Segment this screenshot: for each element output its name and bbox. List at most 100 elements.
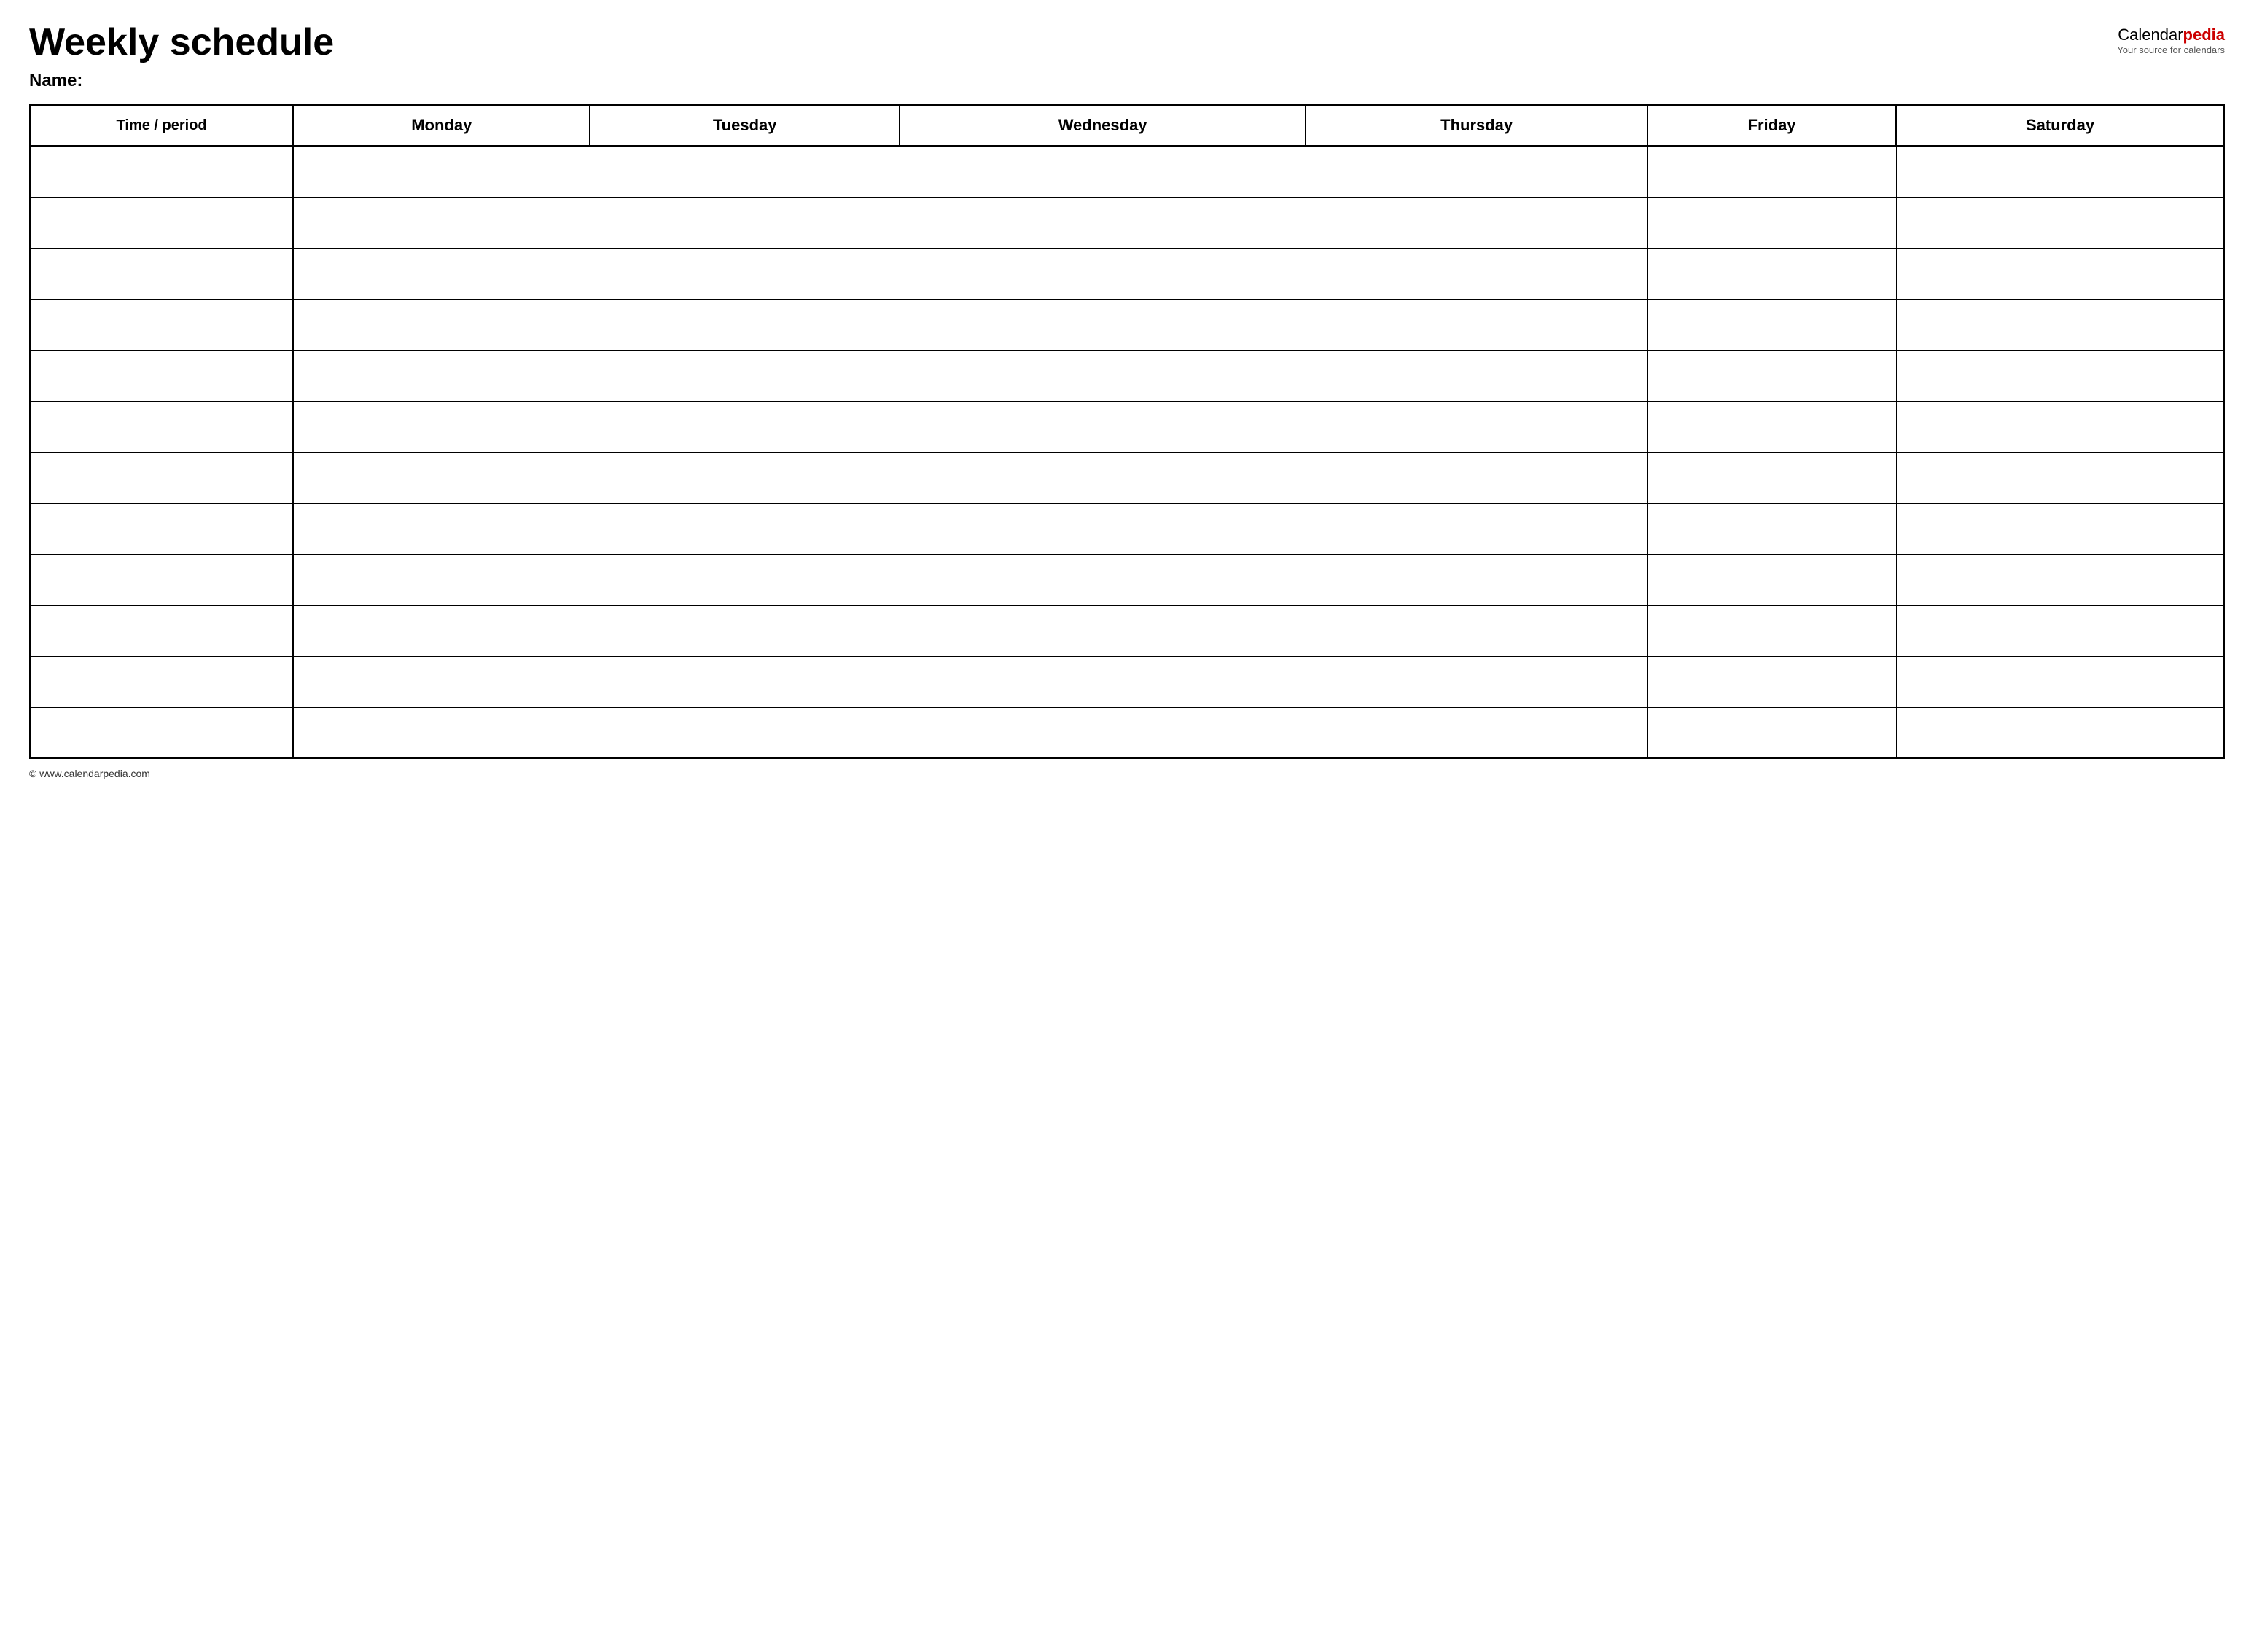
schedule-cell[interactable] xyxy=(293,452,590,503)
schedule-cell[interactable] xyxy=(1896,707,2224,758)
schedule-cell[interactable] xyxy=(293,503,590,554)
time-cell[interactable] xyxy=(30,197,293,248)
table-header-row: Time / period Monday Tuesday Wednesday T… xyxy=(30,105,2224,146)
schedule-cell[interactable] xyxy=(900,656,1306,707)
schedule-cell[interactable] xyxy=(1306,707,1647,758)
schedule-cell[interactable] xyxy=(1896,197,2224,248)
name-label: Name: xyxy=(29,71,2225,91)
schedule-cell[interactable] xyxy=(1896,401,2224,452)
schedule-cell[interactable] xyxy=(1306,452,1647,503)
schedule-cell[interactable] xyxy=(1647,248,1896,299)
time-cell[interactable] xyxy=(30,401,293,452)
schedule-cell[interactable] xyxy=(293,707,590,758)
time-cell[interactable] xyxy=(30,707,293,758)
time-cell[interactable] xyxy=(30,554,293,605)
schedule-cell[interactable] xyxy=(900,401,1306,452)
logo-container: Calendarpedia Your source for calendars xyxy=(2117,26,2225,55)
time-cell[interactable] xyxy=(30,656,293,707)
schedule-cell[interactable] xyxy=(590,707,900,758)
time-cell[interactable] xyxy=(30,350,293,401)
schedule-cell[interactable] xyxy=(900,707,1306,758)
schedule-cell[interactable] xyxy=(1306,248,1647,299)
time-cell[interactable] xyxy=(30,146,293,197)
schedule-cell[interactable] xyxy=(590,554,900,605)
schedule-cell[interactable] xyxy=(293,350,590,401)
schedule-cell[interactable] xyxy=(1896,350,2224,401)
schedule-cell[interactable] xyxy=(590,452,900,503)
schedule-cell[interactable] xyxy=(293,554,590,605)
schedule-cell[interactable] xyxy=(1647,656,1896,707)
schedule-cell[interactable] xyxy=(1896,248,2224,299)
schedule-cell[interactable] xyxy=(900,350,1306,401)
table-row xyxy=(30,299,2224,350)
schedule-cell[interactable] xyxy=(1647,503,1896,554)
schedule-cell[interactable] xyxy=(293,401,590,452)
schedule-cell[interactable] xyxy=(1647,605,1896,656)
schedule-cell[interactable] xyxy=(1306,350,1647,401)
logo-calendar-part: Calendar xyxy=(2118,26,2183,44)
schedule-cell[interactable] xyxy=(1306,146,1647,197)
schedule-cell[interactable] xyxy=(1896,656,2224,707)
schedule-cell[interactable] xyxy=(1306,299,1647,350)
schedule-cell[interactable] xyxy=(293,197,590,248)
schedule-cell[interactable] xyxy=(1647,401,1896,452)
schedule-cell[interactable] xyxy=(1306,197,1647,248)
schedule-cell[interactable] xyxy=(900,452,1306,503)
time-cell[interactable] xyxy=(30,503,293,554)
schedule-cell[interactable] xyxy=(1896,605,2224,656)
schedule-cell[interactable] xyxy=(590,197,900,248)
schedule-cell[interactable] xyxy=(900,197,1306,248)
schedule-cell[interactable] xyxy=(900,605,1306,656)
schedule-cell[interactable] xyxy=(590,350,900,401)
schedule-cell[interactable] xyxy=(590,656,900,707)
schedule-cell[interactable] xyxy=(1306,656,1647,707)
schedule-cell[interactable] xyxy=(1306,554,1647,605)
schedule-cell[interactable] xyxy=(900,299,1306,350)
footer: © www.calendarpedia.com xyxy=(29,768,2225,779)
schedule-cell[interactable] xyxy=(1647,299,1896,350)
schedule-cell[interactable] xyxy=(590,401,900,452)
schedule-cell[interactable] xyxy=(1647,707,1896,758)
schedule-cell[interactable] xyxy=(590,146,900,197)
table-row xyxy=(30,350,2224,401)
schedule-cell[interactable] xyxy=(590,503,900,554)
schedule-cell[interactable] xyxy=(900,248,1306,299)
schedule-cell[interactable] xyxy=(293,299,590,350)
table-row xyxy=(30,248,2224,299)
schedule-cell[interactable] xyxy=(1647,197,1896,248)
schedule-cell[interactable] xyxy=(900,146,1306,197)
schedule-cell[interactable] xyxy=(900,503,1306,554)
schedule-cell[interactable] xyxy=(1896,299,2224,350)
col-header-tuesday: Tuesday xyxy=(590,105,900,146)
col-header-wednesday: Wednesday xyxy=(900,105,1306,146)
schedule-cell[interactable] xyxy=(293,656,590,707)
time-cell[interactable] xyxy=(30,299,293,350)
col-header-monday: Monday xyxy=(293,105,590,146)
schedule-cell[interactable] xyxy=(1306,401,1647,452)
schedule-cell[interactable] xyxy=(1896,554,2224,605)
time-cell[interactable] xyxy=(30,452,293,503)
schedule-cell[interactable] xyxy=(1306,503,1647,554)
schedule-cell[interactable] xyxy=(1306,605,1647,656)
schedule-cell[interactable] xyxy=(1896,503,2224,554)
col-header-friday: Friday xyxy=(1647,105,1896,146)
schedule-cell[interactable] xyxy=(590,299,900,350)
time-cell[interactable] xyxy=(30,248,293,299)
schedule-cell[interactable] xyxy=(293,146,590,197)
schedule-cell[interactable] xyxy=(900,554,1306,605)
time-cell[interactable] xyxy=(30,605,293,656)
schedule-cell[interactable] xyxy=(590,605,900,656)
schedule-cell[interactable] xyxy=(1647,350,1896,401)
col-header-thursday: Thursday xyxy=(1306,105,1647,146)
schedule-cell[interactable] xyxy=(1896,146,2224,197)
schedule-table: Time / period Monday Tuesday Wednesday T… xyxy=(29,104,2225,759)
table-row xyxy=(30,605,2224,656)
schedule-cell[interactable] xyxy=(293,605,590,656)
schedule-cell[interactable] xyxy=(293,248,590,299)
schedule-cell[interactable] xyxy=(1647,554,1896,605)
schedule-cell[interactable] xyxy=(590,248,900,299)
schedule-cell[interactable] xyxy=(1647,146,1896,197)
schedule-cell[interactable] xyxy=(1896,452,2224,503)
logo-subtitle: Your source for calendars xyxy=(2117,44,2225,55)
schedule-cell[interactable] xyxy=(1647,452,1896,503)
